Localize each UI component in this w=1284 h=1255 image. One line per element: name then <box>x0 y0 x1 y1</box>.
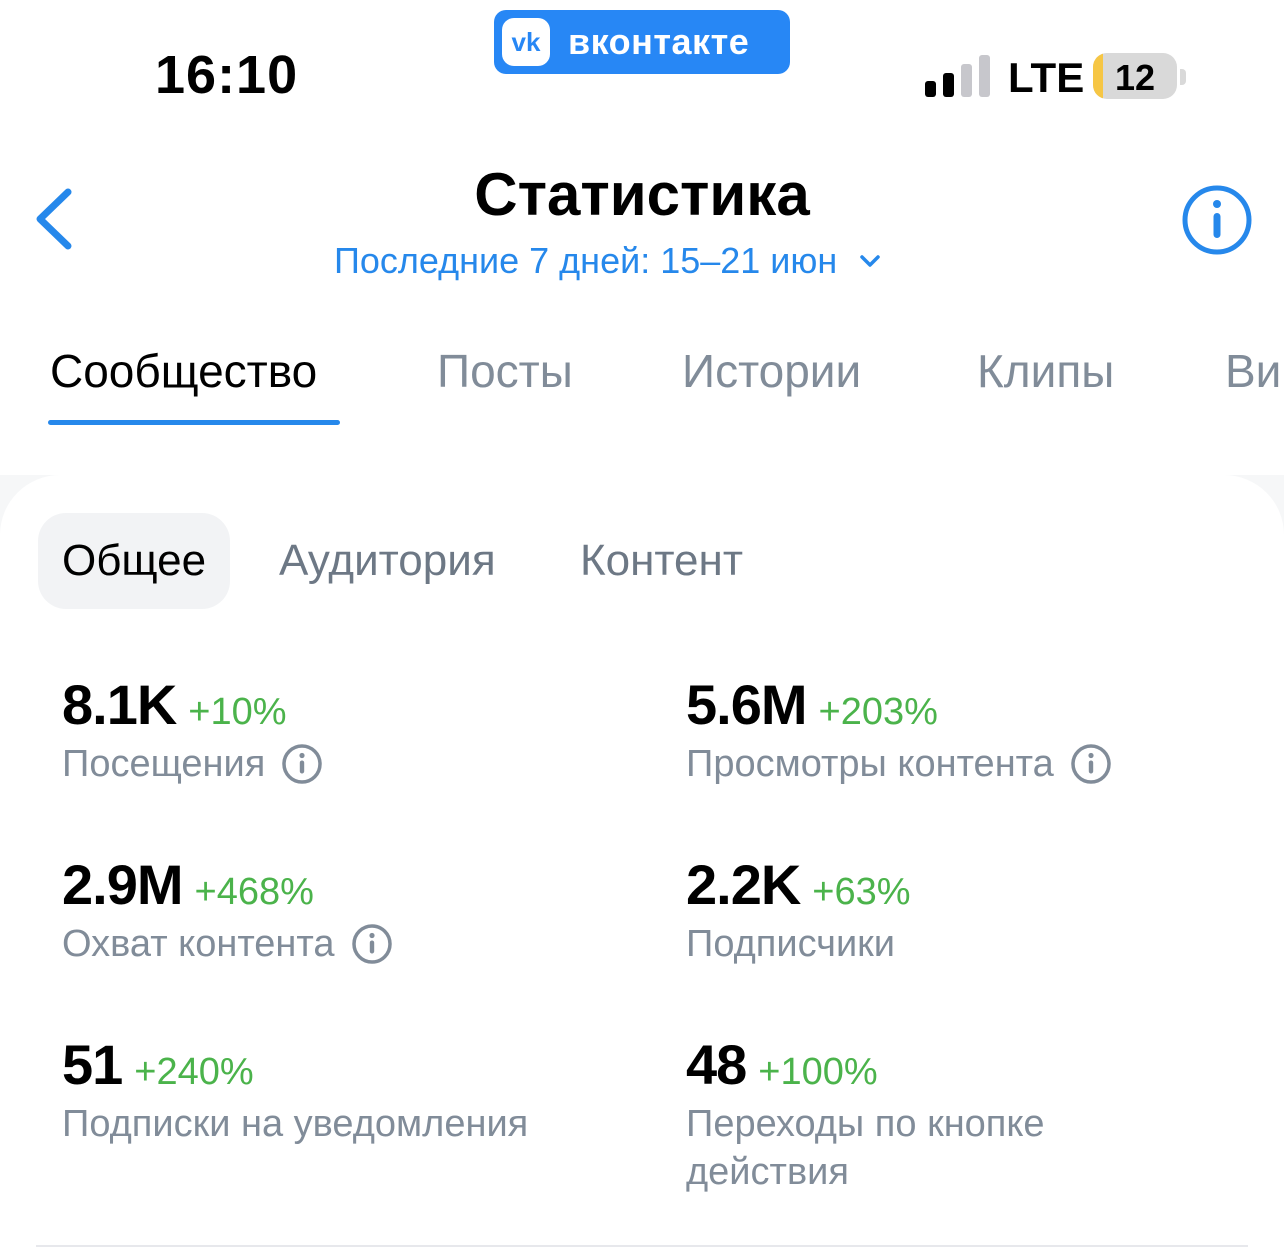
metric-action-button-clicks: 48 +100% Переходы по кнопке действия <box>686 1032 1106 1196</box>
metric-delta: +63% <box>812 871 911 913</box>
metric-visits: 8.1K +10% Посещения <box>62 672 622 788</box>
metric-label: Подписчики <box>686 923 896 965</box>
chevron-down-icon <box>860 255 881 267</box>
signal-strength-icon <box>925 55 990 97</box>
metric-delta: +10% <box>188 691 287 733</box>
metric-value: 8.1K <box>62 673 177 736</box>
metric-content-views: 5.6M +203% Просмотры контента <box>686 672 1246 788</box>
metric-value: 48 <box>686 1033 747 1096</box>
segment-audience[interactable]: Аудитория <box>279 513 496 609</box>
page-title: Статистика <box>474 161 810 228</box>
tab-clips[interactable]: Клипы <box>977 344 1114 398</box>
info-icon[interactable] <box>281 743 323 785</box>
active-tab-indicator <box>48 420 340 425</box>
metric-notification-subscriptions: 51 +240% Подписки на уведомления <box>62 1032 622 1148</box>
network-type: LTE <box>1008 54 1085 101</box>
vk-badge-label: вконтакте <box>568 21 750 62</box>
metric-delta: +240% <box>134 1051 254 1093</box>
status-time: 16:10 <box>155 45 299 105</box>
period-label: Последние 7 дней: 15–21 июн <box>334 240 838 281</box>
period-selector[interactable]: Последние 7 дней: 15–21 июн <box>334 240 881 282</box>
metric-value: 51 <box>62 1033 123 1096</box>
segment-general[interactable]: Общее <box>38 513 231 609</box>
metric-label: Переходы по кнопке действия <box>686 1103 1045 1193</box>
metric-value: 5.6M <box>686 673 807 736</box>
segment-content[interactable]: Контент <box>580 513 743 609</box>
battery-percent: 12 <box>1114 57 1156 98</box>
metric-content-reach: 2.9M +468% Охват контента <box>62 852 622 968</box>
metric-delta: +100% <box>758 1051 878 1093</box>
battery-tip <box>1180 69 1186 85</box>
info-icon[interactable] <box>1181 184 1253 256</box>
metric-delta: +203% <box>818 691 938 733</box>
tab-posts[interactable]: Посты <box>437 344 573 398</box>
metric-value: 2.2K <box>686 853 801 916</box>
info-icon[interactable] <box>351 923 393 965</box>
metric-value: 2.9M <box>62 853 183 916</box>
battery-icon: 12 <box>1093 53 1177 99</box>
tab-video[interactable]: Ви <box>1225 344 1281 398</box>
metric-subscribers: 2.2K +63% Подписчики <box>686 852 1246 968</box>
info-icon[interactable] <box>1070 743 1112 785</box>
stats-card: Общее Аудитория Контент 8.1K +10% Посеще… <box>0 475 1284 1255</box>
metric-label: Охват контента <box>62 923 335 965</box>
metric-label: Посещения <box>62 743 266 785</box>
vk-logo-icon: vk <box>502 18 550 66</box>
metric-label: Подписки на уведомления <box>62 1103 529 1145</box>
tab-community[interactable]: Сообщество <box>50 344 317 398</box>
divider <box>36 1245 1248 1247</box>
metric-delta: +468% <box>194 871 314 913</box>
metric-label: Просмотры контента <box>686 743 1054 785</box>
tab-stories[interactable]: Истории <box>682 344 861 398</box>
vk-app-badge[interactable]: vk вконтакте <box>494 10 790 74</box>
